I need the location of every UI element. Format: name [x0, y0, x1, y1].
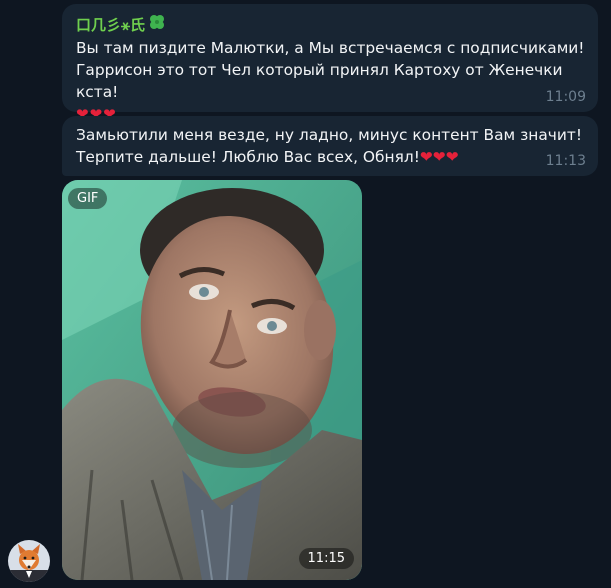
gif-message[interactable]: GIF 11:15: [62, 180, 362, 580]
four-leaf-clover-icon: [147, 12, 167, 37]
message-time: 11:13: [545, 153, 586, 169]
chat-window: { "messages": [ { "sender": "口几彡⚹氏", "te…: [0, 0, 611, 588]
gif-image: [62, 180, 362, 580]
message-text: Замьютили меня везде, ну ладно, минус ко…: [76, 126, 583, 166]
sender-name-row[interactable]: 口几彡⚹氏: [76, 12, 586, 37]
avatar[interactable]: [8, 540, 50, 582]
gif-badge: GIF: [68, 188, 108, 209]
message-bubble-2[interactable]: Замьютили меня везде, ну ладно, минус ко…: [62, 116, 598, 176]
message-time: 11:09: [545, 89, 586, 105]
fox-avatar-icon: [8, 540, 50, 582]
message-text: Вы там пиздите Малютки, а Мы встречаемся…: [76, 39, 585, 101]
sender-name[interactable]: 口几彡⚹氏: [76, 15, 145, 35]
gif-time: 11:15: [298, 548, 354, 569]
message-bubble-1[interactable]: 口几彡⚹氏 Вы там пиздите Малютки, а Мы встре…: [62, 4, 598, 123]
